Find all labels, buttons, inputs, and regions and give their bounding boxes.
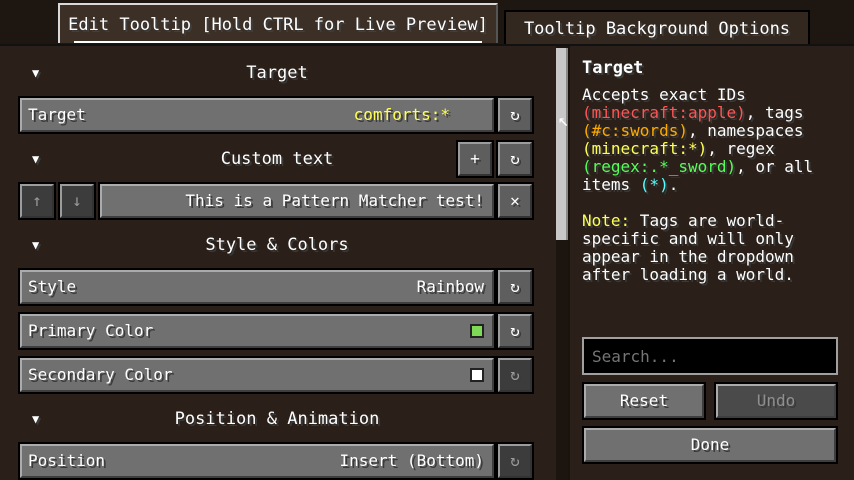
collapse-triangle-icon[interactable]: ▼ — [32, 59, 39, 87]
secondary-color-label: Secondary Color — [28, 365, 173, 384]
help-example-all: (*) — [639, 175, 669, 194]
primary-color-button[interactable]: Primary Color — [18, 312, 496, 350]
arrow-down-icon: ↓ — [72, 191, 82, 210]
section-title: Position & Animation — [174, 409, 380, 429]
reset-icon: ↻ — [510, 365, 520, 384]
move-down-button[interactable]: ↓ — [58, 182, 96, 220]
reset-button-label: Reset — [619, 391, 669, 410]
note-label: Note: — [582, 211, 631, 230]
target-field-button[interactable]: Target comforts:* — [18, 96, 496, 134]
target-value: comforts:* — [353, 105, 450, 124]
reset-icon: ↻ — [510, 277, 520, 296]
secondary-color-reset-button[interactable]: ↻ — [496, 356, 534, 394]
section-header-custom-text[interactable]: ▼ Custom text — [20, 145, 534, 173]
secondary-color-swatch — [470, 368, 484, 382]
add-line-button[interactable]: + — [456, 140, 494, 178]
help-text: . — [668, 175, 679, 194]
reset-icon: ↻ — [510, 105, 520, 124]
help-example-tag: (#c:swords) — [582, 121, 688, 140]
plus-icon: + — [470, 149, 480, 168]
collapse-triangle-icon[interactable]: ▼ — [32, 231, 39, 259]
section-header-position-animation[interactable]: ▼ Position & Animation — [20, 405, 534, 433]
collapse-triangle-icon[interactable]: ▼ — [32, 145, 39, 173]
search-input[interactable] — [582, 337, 838, 375]
help-text: Accepts exact IDs — [582, 85, 746, 104]
move-up-button[interactable]: ↑ — [18, 182, 56, 220]
help-text: , namespaces — [687, 121, 804, 140]
help-example-namespace: (minecraft:*) — [582, 139, 708, 158]
reset-button[interactable]: Reset — [582, 382, 706, 420]
undo-button[interactable]: Undo — [714, 382, 838, 420]
done-button[interactable]: Done — [582, 426, 838, 464]
section-title: Style & Colors — [205, 235, 349, 255]
tab-tooltip-background[interactable]: Tooltip Background Options — [504, 10, 810, 44]
target-label: Target — [28, 105, 86, 124]
secondary-color-button[interactable]: Secondary Color — [18, 356, 496, 394]
help-text: , tags — [745, 103, 804, 122]
tab-tooltip-background-label: Tooltip Background Options — [523, 19, 791, 39]
style-reset-button[interactable]: ↻ — [496, 268, 534, 306]
custom-text-line-field[interactable]: This is a Pattern Matcher test! — [98, 182, 496, 220]
section-header-style-colors[interactable]: ▼ Style & Colors — [20, 231, 534, 259]
mouse-cursor-icon: ↖ — [558, 110, 569, 131]
section-header-target[interactable]: ▼ Target — [20, 59, 534, 87]
style-button[interactable]: Style Rainbow — [18, 268, 496, 306]
reset-icon: ↻ — [510, 149, 520, 168]
active-tab-underline — [74, 41, 482, 43]
style-value: Rainbow — [416, 277, 484, 296]
position-reset-button[interactable]: ↻ — [496, 442, 534, 480]
close-icon: ✕ — [510, 191, 520, 210]
style-label: Style — [28, 277, 77, 296]
done-button-label: Done — [690, 435, 730, 454]
custom-text-reset-button[interactable]: ↻ — [496, 140, 534, 178]
help-example-id: (minecraft:apple) — [582, 103, 746, 122]
collapse-triangle-icon[interactable]: ▼ — [32, 405, 39, 433]
help-description: Accepts exact IDs (minecraft:apple), tag… — [582, 86, 846, 194]
primary-color-reset-button[interactable]: ↻ — [496, 312, 534, 350]
primary-color-label: Primary Color — [28, 321, 154, 340]
help-text: , or all — [736, 157, 814, 176]
target-reset-button[interactable]: ↻ — [496, 96, 534, 134]
tab-edit-tooltip[interactable]: Edit Tooltip [Hold CTRL for Live Preview… — [58, 3, 498, 43]
help-text: , regex — [707, 139, 775, 158]
help-title: Target — [582, 58, 644, 78]
custom-text-line-value: This is a Pattern Matcher test! — [185, 191, 484, 210]
remove-line-button[interactable]: ✕ — [496, 182, 534, 220]
help-note: Note: Tags are world-specific and will o… — [582, 212, 846, 284]
reset-icon: ↻ — [510, 321, 520, 340]
reset-icon: ↻ — [510, 451, 520, 470]
section-title: Target — [246, 63, 308, 83]
arrow-up-icon: ↑ — [32, 191, 42, 210]
section-title: Custom text — [220, 149, 334, 169]
primary-color-swatch — [470, 324, 484, 338]
help-text: items — [582, 175, 640, 194]
help-example-regex: (regex:.*_sword) — [582, 157, 737, 176]
tab-edit-tooltip-label: Edit Tooltip [Hold CTRL for Live Preview… — [68, 15, 488, 35]
position-button[interactable]: Position Insert (Bottom) — [18, 442, 496, 480]
undo-button-label: Undo — [756, 391, 796, 410]
position-value: Insert (Bottom) — [339, 451, 485, 470]
scrollbar-thumb[interactable] — [556, 48, 568, 240]
position-label: Position — [28, 451, 106, 470]
